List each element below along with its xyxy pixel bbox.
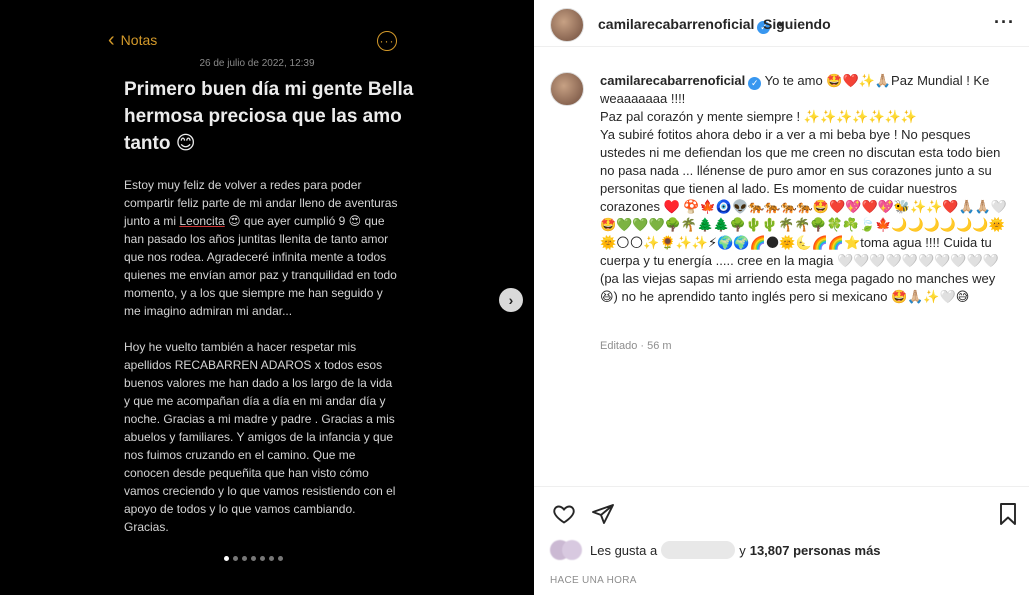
caption-avatar[interactable] xyxy=(550,72,584,106)
notes-back-label: Notas xyxy=(120,32,158,48)
liker-name-blurred[interactable] xyxy=(661,541,736,559)
post-timestamp: HACE UNA HORA xyxy=(550,575,637,586)
likes-connector: y xyxy=(739,542,746,558)
caption-username[interactable]: camilarecabarrenoficial xyxy=(600,73,745,88)
note-link: Leoncita xyxy=(179,214,225,228)
carousel-dot xyxy=(260,556,265,561)
carousel-dot xyxy=(224,556,229,561)
avatar[interactable] xyxy=(550,8,584,42)
carousel-dot xyxy=(233,556,238,561)
post-header: camilarecabarrenoficial ✓ • Siguiendo ··· xyxy=(534,0,1029,47)
like-button[interactable] xyxy=(550,500,578,528)
more-options-icon[interactable]: ··· xyxy=(994,12,1015,33)
next-arrow-icon[interactable]: › xyxy=(499,288,523,312)
post-media: ‹ Notas ··· 26 de julio de 2022, 12:39 P… xyxy=(0,0,534,595)
carousel-dot xyxy=(278,556,283,561)
likes-count-link[interactable]: 13,807 personas más xyxy=(750,543,881,558)
bookmark-icon xyxy=(1000,503,1016,525)
note-title: Primero buen día mi gente Bella hermosa … xyxy=(124,79,414,154)
more-icon: ··· xyxy=(377,31,397,51)
notes-back-button: ‹ Notas xyxy=(108,30,157,50)
carousel-dot xyxy=(269,556,274,561)
likes-prefix: Les gusta a xyxy=(590,542,658,558)
liker-avatar[interactable] xyxy=(562,540,582,560)
caption-text: Yo te amo 🤩❤️✨🙏🏼Paz Mundial ! Ke weaaaaa… xyxy=(600,73,1008,304)
chevron-left-icon: ‹ xyxy=(108,29,115,51)
note-body: Estoy muy feliz de volver a redes para p… xyxy=(124,176,399,554)
divider xyxy=(534,486,1029,487)
note-paragraph: Hoy he vuelto también a hacer respetar m… xyxy=(124,340,396,534)
edited-label: Editado · 56 m xyxy=(600,340,672,352)
share-button[interactable] xyxy=(589,500,617,528)
following-button[interactable]: Siguiendo xyxy=(763,16,831,32)
caption: camilarecabarrenoficial ✓ Yo te amo 🤩❤️✨🙏… xyxy=(600,72,1008,306)
carousel-dot xyxy=(242,556,247,561)
share-icon xyxy=(592,504,614,524)
header-username[interactable]: camilarecabarrenoficial ✓ • xyxy=(598,16,787,34)
save-button[interactable] xyxy=(994,500,1022,528)
verified-badge-icon: ✓ xyxy=(748,77,762,90)
note-paragraph: Estoy muy feliz de volver a redes para p… xyxy=(124,178,398,318)
carousel-dots xyxy=(224,556,283,561)
note-date: 26 de julio de 2022, 12:39 xyxy=(199,58,315,69)
likes-row: Les gusta a y 13,807 personas más xyxy=(550,540,881,560)
carousel-dot xyxy=(251,556,256,561)
post-details: camilarecabarrenoficial ✓ • Siguiendo ···… xyxy=(534,0,1029,595)
heart-icon xyxy=(553,505,575,524)
